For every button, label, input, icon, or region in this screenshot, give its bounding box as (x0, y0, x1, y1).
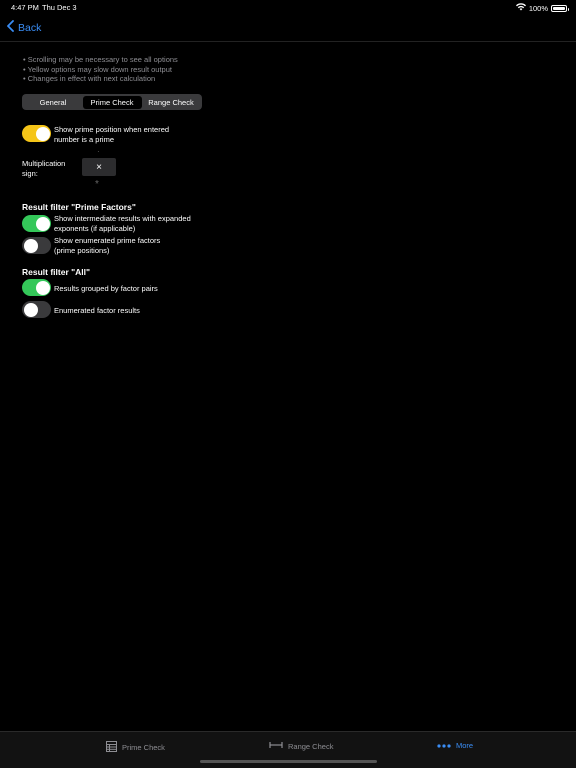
tab-more-label: More (456, 741, 474, 750)
prime-position-label: Show prime position when entered number … (54, 125, 170, 144)
intermediate-results-toggle[interactable] (22, 215, 51, 232)
picker-option-below[interactable]: * (95, 179, 99, 190)
enumerated-prime-factors-label: Show enumerated prime factors (prime pos… (54, 236, 161, 255)
picker-option-above[interactable]: · (97, 147, 100, 156)
nav-bar: Back (0, 14, 576, 42)
section-title-all: Result filter "All" (22, 267, 91, 277)
multiplication-sign-picker[interactable]: × (82, 158, 116, 176)
prime-position-toggle[interactable] (22, 125, 51, 142)
back-button[interactable]: Back (7, 20, 41, 35)
segment-range-check[interactable]: Range Check (142, 96, 201, 109)
grouped-factor-pairs-toggle[interactable] (22, 279, 51, 296)
hint-item: Yellow options may slow down result outp… (23, 65, 178, 75)
battery-icon (551, 4, 569, 12)
enumerated-factor-results-label: Enumerated factor results (54, 306, 140, 315)
multiplication-sign-label: Multiplication sign: (22, 159, 66, 178)
status-time: 4:47 PM (11, 3, 39, 12)
battery-percent: 100% (528, 3, 548, 13)
hint-item: Changes in effect with next calculation (23, 74, 178, 84)
hint-item: Scrolling may be necessary to see all op… (23, 55, 178, 65)
settings-segmented-control: General Prime Check Range Check (22, 94, 202, 110)
tab-prime-check-label: Prime Check (122, 743, 165, 752)
segment-general[interactable]: General (24, 96, 83, 109)
back-label: Back (18, 21, 42, 34)
chevron-left-icon (7, 20, 14, 35)
grid-icon (106, 741, 117, 754)
status-bar: 4:47 PM Thu Dec 3 100% (0, 0, 576, 14)
enumerated-factor-results-toggle[interactable] (22, 301, 51, 318)
home-indicator (200, 760, 377, 763)
wifi-icon (515, 3, 526, 13)
more-dots-icon (437, 741, 451, 750)
tab-range-check-label: Range Check (288, 741, 334, 751)
status-right: 100% (515, 3, 569, 13)
status-date: Thu Dec 3 (42, 3, 77, 12)
section-title-prime-factors: Result filter "Prime Factors" (22, 202, 136, 212)
grouped-factor-pairs-label: Results grouped by factor pairs (54, 284, 158, 293)
enumerated-prime-factors-toggle[interactable] (22, 237, 51, 254)
intermediate-results-label: Show intermediate results with expanded … (54, 214, 191, 233)
hints-list: Scrolling may be necessary to see all op… (23, 55, 178, 84)
range-icon (269, 741, 283, 751)
tab-more[interactable]: More (437, 741, 473, 750)
tab-prime-check[interactable]: Prime Check (106, 741, 165, 754)
segment-prime-check[interactable]: Prime Check (82, 95, 142, 109)
tab-range-check[interactable]: Range Check (269, 741, 333, 751)
